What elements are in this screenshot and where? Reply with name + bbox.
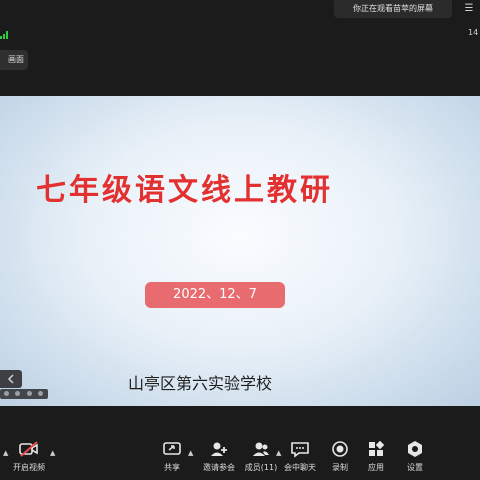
record-label: 录制 [332, 463, 348, 472]
chat-label: 会中聊天 [284, 463, 316, 472]
network-signal-icon [0, 31, 10, 39]
settings-button[interactable]: 设置 [403, 440, 427, 476]
share-options-caret[interactable]: ▲ [188, 449, 193, 457]
video-options-caret[interactable]: ▲ [50, 449, 55, 457]
share-button[interactable]: 共享 [158, 440, 186, 476]
slide-date: 2022、12、7 [145, 282, 285, 308]
settings-icon [403, 440, 427, 460]
chevron-left-icon [7, 374, 14, 384]
start-video-button[interactable]: 开启视频 [10, 440, 48, 476]
settings-label: 设置 [407, 463, 423, 472]
chat-button[interactable]: 会中聊天 [283, 440, 317, 476]
invite-icon [201, 440, 237, 460]
share-screen-icon [158, 440, 186, 460]
time-display: 14 [468, 28, 479, 37]
shared-screen [0, 96, 480, 406]
apps-icon [364, 440, 388, 460]
menu-icon[interactable]: ☰ [462, 2, 476, 16]
presenter-mini-controls[interactable] [0, 389, 48, 399]
invite-label: 邀请参会 [203, 463, 235, 472]
slide-school: 山亭区第六实验学校 [128, 374, 273, 393]
slide-title: 七年级语文线上教研 [36, 173, 333, 208]
view-mode-button[interactable]: 画面 [0, 50, 28, 70]
record-icon [328, 440, 352, 460]
chat-icon [283, 440, 317, 460]
record-button[interactable]: 录制 [328, 440, 352, 476]
members-options-caret[interactable]: ▲ [276, 449, 281, 457]
screen-share-banner[interactable]: 你正在观看苗苹的屏幕 [334, 0, 452, 18]
share-label: 共享 [164, 463, 180, 472]
apps-label: 应用 [368, 463, 384, 472]
members-icon [244, 440, 278, 460]
video-off-icon [10, 440, 48, 460]
collapse-panel-button[interactable] [0, 370, 22, 388]
members-label: 成员(11) [244, 463, 278, 472]
invite-button[interactable]: 邀请参会 [201, 440, 237, 476]
start-video-label: 开启视频 [13, 463, 45, 472]
audio-options-caret[interactable]: ▲ [3, 449, 8, 457]
members-button[interactable]: 成员(11) [244, 440, 278, 476]
apps-button[interactable]: 应用 [364, 440, 388, 476]
